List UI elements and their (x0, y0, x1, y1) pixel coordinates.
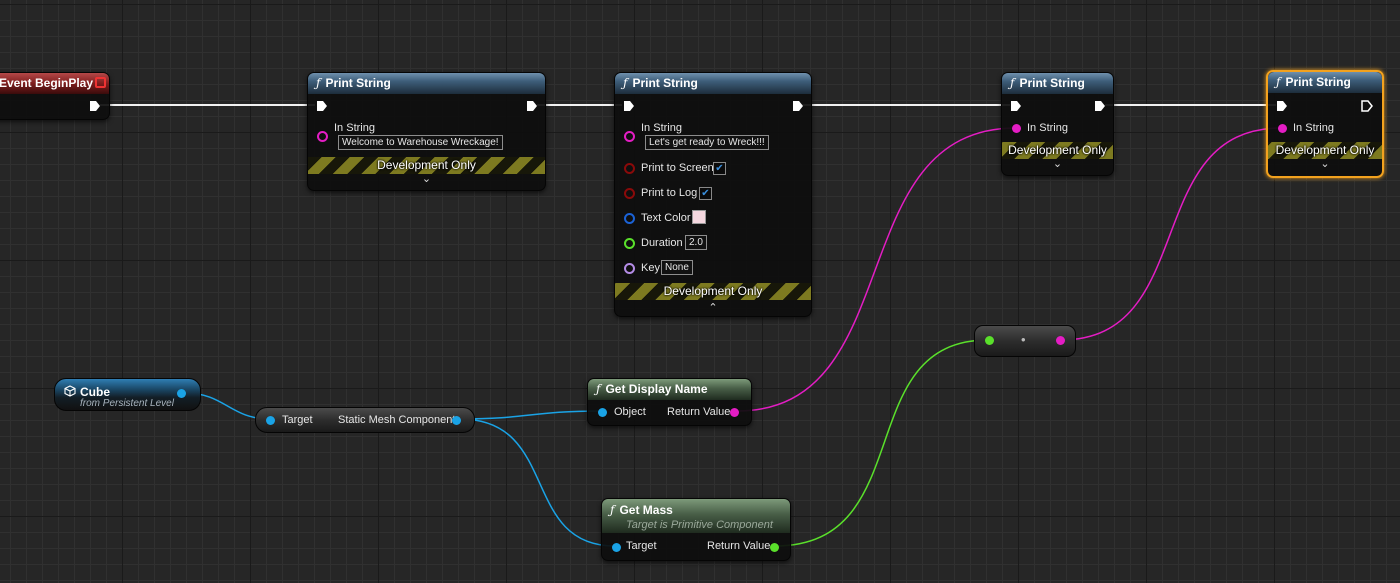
event-begin-play-title: Event BeginPlay (0, 76, 94, 90)
chevron-down-icon[interactable]: ⌄ (1268, 157, 1382, 170)
development-only-banner: Development Only (615, 283, 811, 300)
print-to-log-checkbox[interactable]: ✔ (699, 187, 712, 200)
exec-in-pin-icon[interactable] (1010, 100, 1022, 112)
text-color-label: Text Color (641, 212, 691, 224)
exec-out-pin-icon[interactable] (526, 100, 538, 112)
object-wire-mesh-to-display-name (459, 410, 603, 420)
in-string-label: In String (334, 122, 375, 134)
key-pin[interactable] (624, 263, 635, 274)
function-icon: ƒ (1276, 75, 1281, 89)
development-only-label: Development Only (1275, 143, 1375, 157)
duration-input[interactable]: 2.0 (685, 235, 707, 250)
key-label: Key (641, 262, 660, 274)
print-string-2-header: ƒ Print String (615, 73, 811, 94)
return-value-output-pin[interactable] (730, 408, 739, 417)
return-value-label: Return Value (707, 540, 771, 552)
get-mass-title: Get Mass (619, 503, 673, 517)
return-value-label: Return Value (667, 406, 731, 418)
text-color-pin[interactable] (624, 213, 635, 224)
get-display-name-node[interactable]: ƒ Get Display Name Object Return Value (587, 378, 752, 426)
in-string-input[interactable]: Welcome to Warehouse Wreckage! (338, 135, 503, 150)
in-string-input[interactable]: Let's get ready to Wreck!!! (645, 135, 769, 150)
cube-title: Cube (80, 385, 110, 399)
target-label: Target (626, 540, 657, 552)
function-icon: ƒ (596, 382, 601, 396)
duration-label: Duration (641, 237, 683, 249)
development-only-label: Development Only (1008, 143, 1107, 157)
get-mass-node[interactable]: ƒ Get Mass Target is Primitive Component … (601, 498, 791, 561)
print-to-log-pin[interactable] (624, 188, 635, 199)
static-mesh-component-node[interactable]: Target Static Mesh Component (255, 407, 475, 433)
chevron-down-icon[interactable]: ⌄ (1002, 157, 1113, 170)
print-string-4-header: ƒ Print String (1268, 72, 1382, 93)
print-string-node-3[interactable]: ƒ Print String In String Development Only… (1001, 72, 1114, 176)
object-input-pin[interactable] (598, 408, 607, 417)
print-string-3-header: ƒ Print String (1002, 73, 1113, 94)
print-to-screen-label: Print to Screen (641, 162, 714, 174)
cube-icon (64, 385, 76, 397)
print-to-screen-checkbox[interactable]: ✔ (713, 162, 726, 175)
print-string-3-title: Print String (1019, 76, 1085, 90)
print-to-screen-pin[interactable] (624, 163, 635, 174)
cube-subtitle: from Persistent Level (80, 398, 174, 409)
development-only-label: Development Only (377, 158, 476, 172)
print-string-1-header: ƒ Print String (308, 73, 545, 94)
return-value-output-pin[interactable] (770, 543, 779, 552)
exec-out-pin-icon[interactable] (1361, 100, 1373, 112)
chevron-down-icon[interactable]: ⌄ (308, 172, 545, 185)
text-color-swatch[interactable] (692, 210, 706, 224)
object-label: Object (614, 406, 646, 418)
print-string-node-1[interactable]: ƒ Print String In String Welcome to Wareh… (307, 72, 546, 191)
exec-in-pin-icon[interactable] (1276, 100, 1288, 112)
in-string-label: In String (1027, 122, 1068, 134)
print-string-node-4[interactable]: ƒ Print String In String Development Only… (1266, 70, 1384, 178)
string-output-pin[interactable] (1056, 336, 1065, 345)
key-input[interactable]: None (661, 260, 693, 275)
in-string-label: In String (1293, 122, 1334, 134)
event-begin-play-node[interactable]: Event BeginPlay (0, 72, 110, 120)
float-wire-mass-to-conversion (774, 339, 989, 547)
get-display-name-title: Get Display Name (605, 382, 708, 396)
static-mesh-component-output-pin[interactable] (452, 416, 461, 425)
function-icon: ƒ (1010, 76, 1015, 90)
target-input-pin[interactable] (612, 543, 621, 552)
exec-in-pin-icon[interactable] (623, 100, 635, 112)
print-to-log-label: Print to Log (641, 187, 698, 199)
function-icon: ƒ (316, 76, 321, 90)
print-string-2-title: Print String (632, 76, 698, 90)
exec-out-pin-icon[interactable] (89, 100, 101, 112)
target-input-pin[interactable] (266, 416, 275, 425)
in-string-label: In String (641, 122, 682, 134)
conversion-node[interactable]: • (974, 325, 1076, 357)
target-label: Target (282, 414, 313, 426)
print-string-1-title: Print String (325, 76, 391, 90)
conversion-dot-icon: • (1021, 332, 1026, 347)
development-only-label: Development Only (663, 284, 763, 298)
print-string-node-2[interactable]: ƒ Print String In String Let's get ready … (614, 72, 812, 317)
duration-pin[interactable] (624, 238, 635, 249)
exec-in-pin-icon[interactable] (316, 100, 328, 112)
cube-reference-node[interactable]: Cube from Persistent Level (54, 378, 201, 411)
float-input-pin[interactable] (985, 336, 994, 345)
in-string-pin[interactable] (1278, 124, 1287, 133)
event-delegate-pin[interactable] (95, 77, 106, 88)
get-mass-subtitle: Target is Primitive Component (626, 519, 773, 531)
exec-out-pin-icon[interactable] (1094, 100, 1106, 112)
print-string-4-title: Print String (1285, 75, 1351, 89)
exec-out-pin-icon[interactable] (792, 100, 804, 112)
event-begin-play-header: Event BeginPlay (0, 73, 109, 94)
function-icon: ƒ (610, 503, 615, 517)
in-string-pin[interactable] (1012, 124, 1021, 133)
in-string-pin[interactable] (624, 131, 635, 142)
get-display-name-header: ƒ Get Display Name (588, 379, 751, 400)
get-mass-header: ƒ Get Mass Target is Primitive Component (602, 499, 790, 533)
object-wire-mesh-to-get-mass (459, 418, 616, 547)
chevron-up-icon[interactable]: ⌃ (615, 301, 811, 314)
static-mesh-component-label: Static Mesh Component (338, 414, 456, 426)
function-icon: ƒ (623, 76, 628, 90)
cube-output-pin[interactable] (177, 389, 186, 398)
in-string-pin[interactable] (317, 131, 328, 142)
